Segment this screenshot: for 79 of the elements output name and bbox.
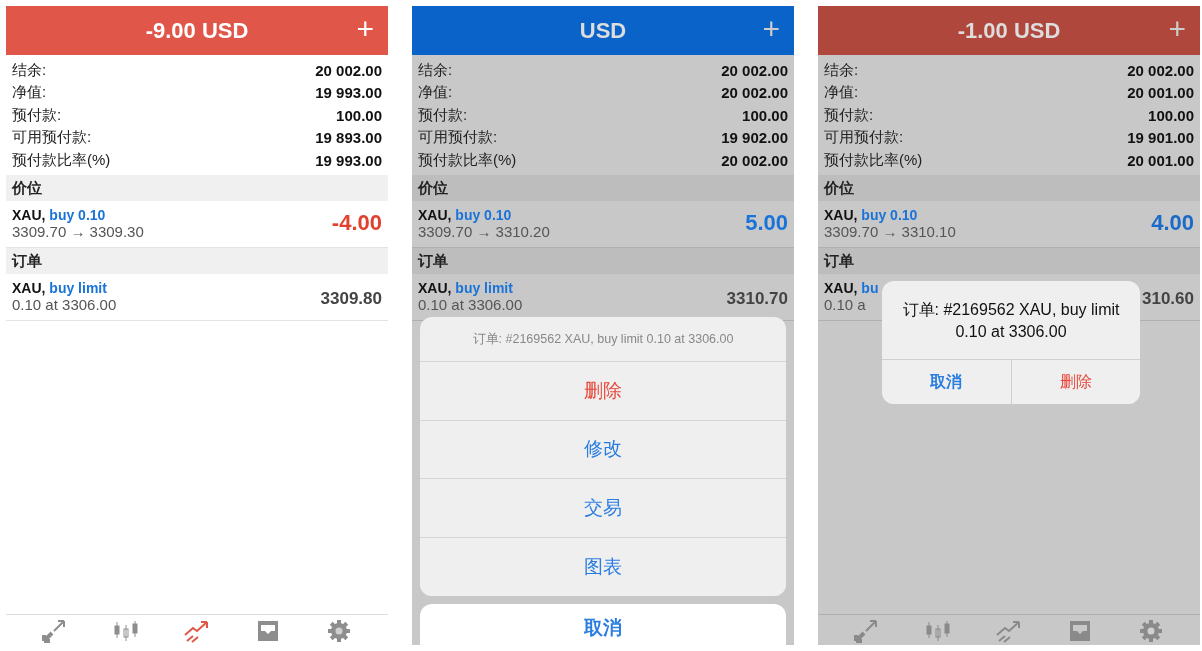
summary-label: 净值: bbox=[418, 83, 453, 103]
summary-label: 预付款: bbox=[12, 105, 62, 125]
summary-label: 净值: bbox=[824, 83, 859, 103]
candlestick-icon[interactable] bbox=[113, 619, 140, 643]
section-header: 价位 bbox=[6, 174, 388, 201]
price-change: 3309.70 → 3309.30 bbox=[12, 222, 144, 240]
summary-value: 20 002.00 bbox=[721, 61, 788, 79]
summary-value: 20 002.00 bbox=[315, 61, 382, 79]
summary-value: 100.00 bbox=[336, 106, 382, 124]
order-detail: 0.10 at 3306.00 bbox=[418, 295, 523, 313]
header-title: -1.00 USD bbox=[957, 17, 1061, 44]
profit-value: 4.00 bbox=[1151, 210, 1194, 236]
symbol-label: XAU, bbox=[418, 206, 452, 223]
summary-value: 20 002.00 bbox=[721, 84, 788, 102]
summary-label: 可用预付款: bbox=[12, 128, 92, 148]
symbol-label: XAU, bbox=[824, 279, 858, 296]
price-change: 3309.70 → 3310.20 bbox=[418, 222, 550, 240]
side-label: buy limit bbox=[49, 279, 107, 296]
symbol-label: XAU, bbox=[824, 206, 858, 223]
profit-value: 5.00 bbox=[745, 210, 788, 236]
summary-value: 19 902.00 bbox=[721, 129, 788, 147]
summary-value: 100.00 bbox=[742, 106, 788, 124]
side-label: buy 0.10 bbox=[49, 206, 106, 223]
summary-label: 预付款比率(%) bbox=[824, 150, 923, 170]
summary-value: 20 002.00 bbox=[721, 151, 788, 169]
price-change: 3309.70 → 3310.10 bbox=[824, 222, 956, 240]
section-header: 价位 bbox=[818, 174, 1200, 201]
section-header: 订单 bbox=[6, 247, 388, 274]
add-button[interactable]: + bbox=[356, 14, 374, 44]
summary-label: 净值: bbox=[12, 83, 47, 103]
summary-value: 20 002.00 bbox=[1127, 61, 1194, 79]
summary-label: 预付款比率(%) bbox=[12, 150, 111, 170]
summary-label: 结余: bbox=[12, 60, 47, 80]
summary-label: 结余: bbox=[418, 60, 453, 80]
side-label: buy limit bbox=[455, 279, 513, 296]
trend-chart-icon[interactable] bbox=[183, 619, 211, 643]
order-price: 3310.70 bbox=[726, 289, 788, 309]
position-row[interactable]: XAU, buy 0.10 3309.70 → 3310.20 5.00 bbox=[412, 200, 794, 248]
symbol-label: XAU, bbox=[418, 279, 452, 296]
alert-message: 订单: #2169562 XAU, buy limit 0.10 at 3306.00 bbox=[901, 300, 1121, 342]
order-detail: 0.10 a bbox=[824, 295, 867, 313]
side-label: buy 0.10 bbox=[861, 206, 918, 223]
settings-icon[interactable] bbox=[325, 619, 352, 643]
profit-value: -4.00 bbox=[331, 210, 382, 236]
side-label: bu bbox=[861, 279, 879, 296]
candlestick-icon[interactable] bbox=[925, 619, 952, 643]
symbol-label: XAU, bbox=[12, 206, 46, 223]
summary-value: 19 993.00 bbox=[315, 151, 382, 169]
summary-value: 19 901.00 bbox=[1127, 129, 1194, 147]
add-button[interactable]: + bbox=[1168, 14, 1186, 44]
cancel-button[interactable]: 取消 bbox=[420, 604, 786, 645]
order-detail: 0.10 at 3306.00 bbox=[12, 295, 117, 313]
order-price: 3309.80 bbox=[320, 289, 382, 309]
settings-icon[interactable] bbox=[1137, 619, 1164, 643]
add-button[interactable]: + bbox=[762, 14, 780, 44]
summary-value: 20 001.00 bbox=[1127, 84, 1194, 102]
position-row[interactable]: XAU, buy 0.10 3309.70 → 3309.30 -4.00 bbox=[6, 200, 388, 248]
header-title: -9.00 USD bbox=[145, 17, 249, 44]
summary-value: 100.00 bbox=[1148, 106, 1194, 124]
summary-value: 19 893.00 bbox=[315, 129, 382, 147]
position-row[interactable]: XAU, buy 0.10 3309.70 → 3310.10 4.00 bbox=[818, 200, 1200, 248]
order-price: 310.60 bbox=[1142, 289, 1194, 309]
section-header: 价位 bbox=[412, 174, 794, 201]
summary-value: 20 001.00 bbox=[1127, 151, 1194, 169]
summary-label: 预付款: bbox=[824, 105, 874, 125]
summary-label: 预付款: bbox=[418, 105, 468, 125]
symbol-label: XAU, bbox=[12, 279, 46, 296]
section-header: 订单 bbox=[818, 247, 1200, 274]
order-row[interactable]: XAU, buy limit 0.10 at 3306.00 3309.80 bbox=[6, 273, 388, 321]
side-label: buy 0.10 bbox=[455, 206, 512, 223]
summary-label: 预付款比率(%) bbox=[418, 150, 517, 170]
alert-button[interactable]: 删除 bbox=[1010, 360, 1140, 404]
summary-label: 结余: bbox=[824, 60, 859, 80]
summary-value: 19 993.00 bbox=[315, 84, 382, 102]
summary-label: 可用预付款: bbox=[418, 128, 498, 148]
section-header: 订单 bbox=[412, 247, 794, 274]
header-title: USD bbox=[579, 17, 627, 44]
summary-label: 可用预付款: bbox=[824, 128, 904, 148]
trend-chart-icon[interactable] bbox=[995, 619, 1023, 643]
